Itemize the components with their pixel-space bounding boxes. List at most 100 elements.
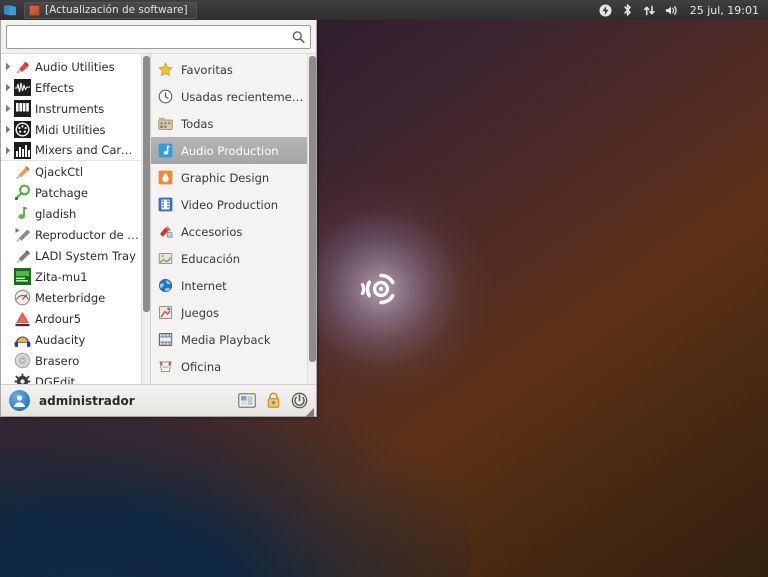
bluetooth-icon[interactable]: [621, 3, 634, 17]
category-item-label: Video Production: [181, 198, 278, 212]
category-item-audio-production[interactable]: Audio Production: [151, 137, 307, 164]
system-tray: 25 jul, 19:01: [599, 0, 768, 20]
category-item-label: Graphic Design: [181, 171, 269, 185]
education-icon: [157, 250, 174, 267]
app-list-item-label: Zita-mu1: [35, 270, 88, 284]
brasero-icon: [14, 352, 31, 369]
category-item-juegos[interactable]: Juegos: [151, 299, 307, 326]
applications-list: Audio Utilities Effects Instruments Midi Ut…: [1, 54, 141, 384]
user-name: administrador: [39, 394, 234, 408]
app-list-item[interactable]: Meterbridge: [1, 287, 141, 308]
app-list-item[interactable]: QjackCtl: [1, 161, 141, 182]
category-item-educaci-n[interactable]: Educación: [151, 245, 307, 272]
category-item-label: Media Playback: [181, 333, 271, 347]
category-item-graphic-design[interactable]: Graphic Design: [151, 164, 307, 191]
ardour5-icon: [14, 310, 31, 327]
search-box[interactable]: [6, 25, 311, 49]
category-item-label: Favoritas: [181, 63, 233, 77]
expander-triangle-icon[interactable]: [3, 125, 14, 134]
app-list-item-label: DGEdit: [35, 375, 75, 385]
app-list-item[interactable]: Mixers and Card C...: [1, 140, 141, 161]
switch-user-icon[interactable]: [234, 389, 260, 413]
games-icon: [157, 304, 174, 321]
app-list-item-label: Midi Utilities: [35, 123, 106, 137]
zita-mu1-icon: [14, 268, 31, 285]
video-production-icon: [157, 196, 174, 213]
ubuntu-launcher-icon[interactable]: [0, 0, 20, 20]
midi-utilities-icon: [14, 121, 31, 138]
app-list-item-label: Ardour5: [35, 312, 81, 326]
search-input[interactable]: [7, 26, 310, 48]
app-list-item[interactable]: DGEdit: [1, 371, 141, 384]
app-list-item[interactable]: Brasero: [1, 350, 141, 371]
application-menu: Audio Utilities Effects Instruments Midi Ut…: [0, 20, 317, 417]
network-updown-icon[interactable]: [643, 3, 656, 17]
app-list-item[interactable]: Patchage: [1, 182, 141, 203]
ladi-tray-icon: [14, 247, 31, 264]
expander-triangle-icon[interactable]: [3, 62, 14, 71]
power-icon[interactable]: [599, 3, 612, 17]
search-icon[interactable]: [292, 31, 305, 44]
category-item-label: Oficina: [181, 360, 221, 374]
app-list-item-label: Audacity: [35, 333, 85, 347]
app-list-item[interactable]: Instruments: [1, 98, 141, 119]
internet-icon: [157, 277, 174, 294]
category-item-todas[interactable]: Todas: [151, 110, 307, 137]
categories-scrollbar-thumb[interactable]: [309, 56, 316, 362]
app-list-item[interactable]: Ardour5: [1, 308, 141, 329]
category-item-label: Audio Production: [181, 144, 279, 158]
category-item-accesorios[interactable]: Accesorios: [151, 218, 307, 245]
gladish-icon: [14, 205, 31, 222]
app-list-item[interactable]: Reproductor de L...: [1, 224, 141, 245]
expander-triangle-icon[interactable]: [3, 104, 14, 113]
app-list-item[interactable]: Audacity: [1, 329, 141, 350]
categories-scrollbar[interactable]: [307, 54, 316, 384]
app-list-item-label: LADI System Tray: [35, 249, 136, 263]
office-icon: [157, 358, 174, 375]
app-list-item[interactable]: gladish: [1, 203, 141, 224]
applications-scrollbar[interactable]: [141, 54, 150, 384]
app-list-item-label: QjackCtl: [35, 165, 83, 179]
category-item-internet[interactable]: Internet: [151, 272, 307, 299]
app-list-item-label: Mixers and Card C...: [35, 143, 139, 157]
user-avatar-icon[interactable]: [9, 390, 30, 411]
applications-pane[interactable]: Audio Utilities Effects Instruments Midi Ut…: [1, 54, 151, 384]
category-item-label: Todas: [181, 117, 213, 131]
update-manager-icon: [29, 5, 40, 16]
audio-production-icon: [157, 142, 174, 159]
audacity-icon: [14, 331, 31, 348]
category-item-media-playback[interactable]: Media Playback: [151, 326, 307, 353]
menu-body: Audio Utilities Effects Instruments Midi Ut…: [1, 53, 316, 384]
categories-pane[interactable]: Favoritas Usadas recientemente Todas Audio …: [151, 54, 316, 384]
app-list-item[interactable]: Audio Utilities: [1, 56, 141, 77]
category-item-label: Internet: [181, 279, 227, 293]
star-icon: [157, 61, 174, 78]
category-item-label: Juegos: [181, 306, 219, 320]
resize-grip[interactable]: [303, 403, 315, 415]
taskbar-window-button[interactable]: [Actualización de software]: [24, 2, 197, 19]
expander-triangle-icon[interactable]: [3, 83, 14, 92]
mixers-icon: [14, 142, 31, 159]
applications-scrollbar-thumb[interactable]: [143, 56, 150, 312]
accessories-icon: [157, 223, 174, 240]
instruments-icon: [14, 100, 31, 117]
app-list-item-label: Reproductor de L...: [35, 228, 139, 242]
lock-screen-icon[interactable]: [260, 389, 286, 413]
desktop[interactable]: [Actualización de software]: [0, 0, 768, 577]
volume-icon[interactable]: [665, 3, 678, 17]
app-list-item[interactable]: LADI System Tray: [1, 245, 141, 266]
category-item-usadas-recientemente[interactable]: Usadas recientemente: [151, 83, 307, 110]
app-list-item[interactable]: Effects: [1, 77, 141, 98]
clock[interactable]: 25 jul, 19:01: [687, 4, 759, 17]
app-list-item-label: Effects: [35, 81, 74, 95]
category-item-favoritas[interactable]: Favoritas: [151, 56, 307, 83]
media-player-icon: [14, 226, 31, 243]
category-item-video-production[interactable]: Video Production: [151, 191, 307, 218]
patchage-icon: [14, 184, 31, 201]
app-list-item[interactable]: Midi Utilities: [1, 119, 141, 140]
app-list-item[interactable]: Zita-mu1: [1, 266, 141, 287]
app-list-item-label: Instruments: [35, 102, 104, 116]
expander-triangle-icon[interactable]: [3, 146, 14, 155]
app-list-item-label: Audio Utilities: [35, 60, 115, 74]
category-item-oficina[interactable]: Oficina: [151, 353, 307, 380]
